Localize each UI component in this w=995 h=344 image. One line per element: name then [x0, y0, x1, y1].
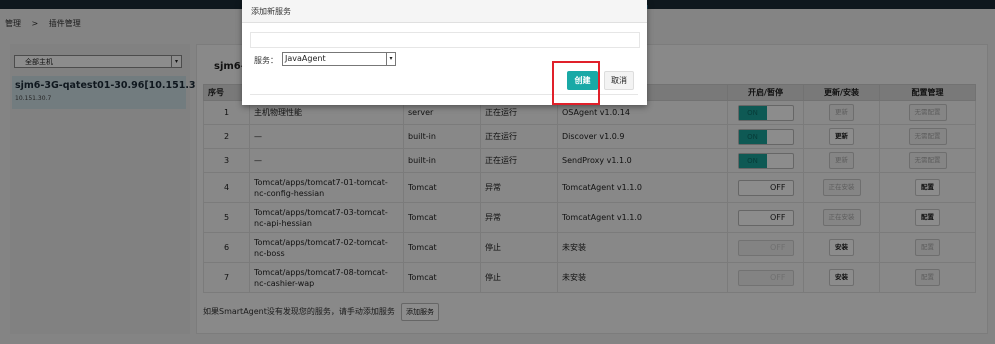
service-select-value: JavaAgent [285, 54, 326, 63]
service-label: 服务： [254, 56, 278, 65]
dialog-body-area [250, 32, 640, 48]
chevron-down-icon[interactable]: ▾ [386, 53, 395, 65]
cancel-button[interactable]: 取消 [604, 71, 634, 90]
dialog-title: 添加新服务 [251, 7, 291, 16]
dialog-header: 添加新服务 [242, 0, 647, 23]
service-select[interactable]: JavaAgent ▾ [282, 52, 396, 66]
red-highlight-box [552, 61, 600, 105]
